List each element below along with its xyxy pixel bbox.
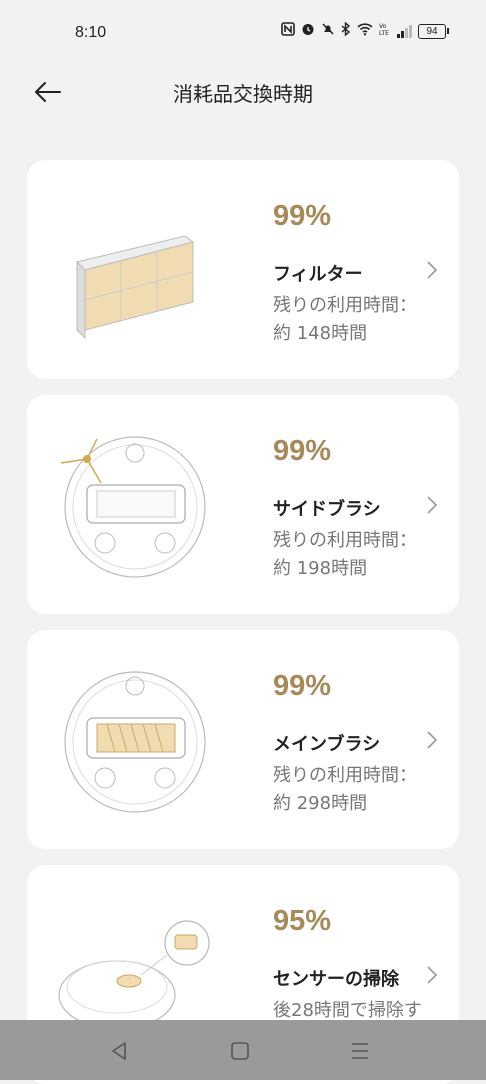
remaining-value: 約 198時間 xyxy=(273,558,368,579)
alarm-icon xyxy=(301,22,315,40)
nav-back-icon[interactable] xyxy=(107,1038,133,1064)
consumable-name: フィルター xyxy=(273,264,363,285)
svg-text:Vo: Vo xyxy=(379,23,387,30)
status-time: 8:10 xyxy=(75,24,107,41)
header: 消耗品交換時期 xyxy=(0,66,486,116)
svg-text:LTE: LTE xyxy=(379,30,389,36)
nav-menu-icon[interactable] xyxy=(347,1038,373,1064)
battery-icon: 94 xyxy=(418,23,449,39)
remaining-value: 約 148時間 xyxy=(273,323,368,344)
main-brush-image xyxy=(57,660,227,820)
chevron-right-icon xyxy=(427,731,438,749)
volte-icon: Vo LTE xyxy=(379,22,391,40)
nfc-icon xyxy=(281,22,295,40)
chevron-right-icon xyxy=(427,261,438,279)
nav-home-icon[interactable] xyxy=(227,1038,253,1064)
consumable-card-side-brush[interactable]: 99% サイドブラシ 残りの利用時間： 約 198時間 xyxy=(27,395,459,614)
bluetooth-icon xyxy=(341,21,351,40)
side-brush-image xyxy=(57,425,227,585)
percent-value: 99% xyxy=(273,435,332,467)
percent-value: 95% xyxy=(273,905,332,937)
remaining-value: 約 298時間 xyxy=(273,793,368,814)
consumable-card-filter[interactable]: 99% フィルター 残りの利用時間： 約 148時間 xyxy=(27,160,459,379)
filter-image xyxy=(57,190,227,350)
chevron-right-icon xyxy=(427,966,438,984)
consumable-name: センサーの掃除 xyxy=(273,969,399,990)
remaining-label: 残りの利用時間： xyxy=(273,765,417,786)
status-icons: Vo LTE 94 xyxy=(281,21,449,40)
mute-icon xyxy=(321,22,335,40)
wifi-icon xyxy=(357,22,373,40)
consumable-name: メインブラシ xyxy=(273,734,381,755)
signal-icon xyxy=(397,24,412,38)
status-bar: 8:10 Vo LTE 94 xyxy=(0,0,486,66)
remaining-label: 残りの利用時間： xyxy=(273,295,417,316)
remaining-time: 残りの利用時間： 約 148時間 xyxy=(273,292,443,348)
system-nav-bar xyxy=(0,1020,486,1080)
percent-value: 99% xyxy=(273,670,332,702)
consumable-name: サイドブラシ xyxy=(273,499,381,520)
chevron-right-icon xyxy=(427,496,438,514)
page-title: 消耗品交換時期 xyxy=(173,82,313,106)
remaining-time: 残りの利用時間： 約 298時間 xyxy=(273,762,443,818)
consumable-card-main-brush[interactable]: 99% メインブラシ 残りの利用時間： 約 298時間 xyxy=(27,630,459,849)
percent-value: 99% xyxy=(273,200,332,232)
remaining-time: 残りの利用時間： 約 198時間 xyxy=(273,527,443,583)
remaining-label: 残りの利用時間： xyxy=(273,530,417,551)
